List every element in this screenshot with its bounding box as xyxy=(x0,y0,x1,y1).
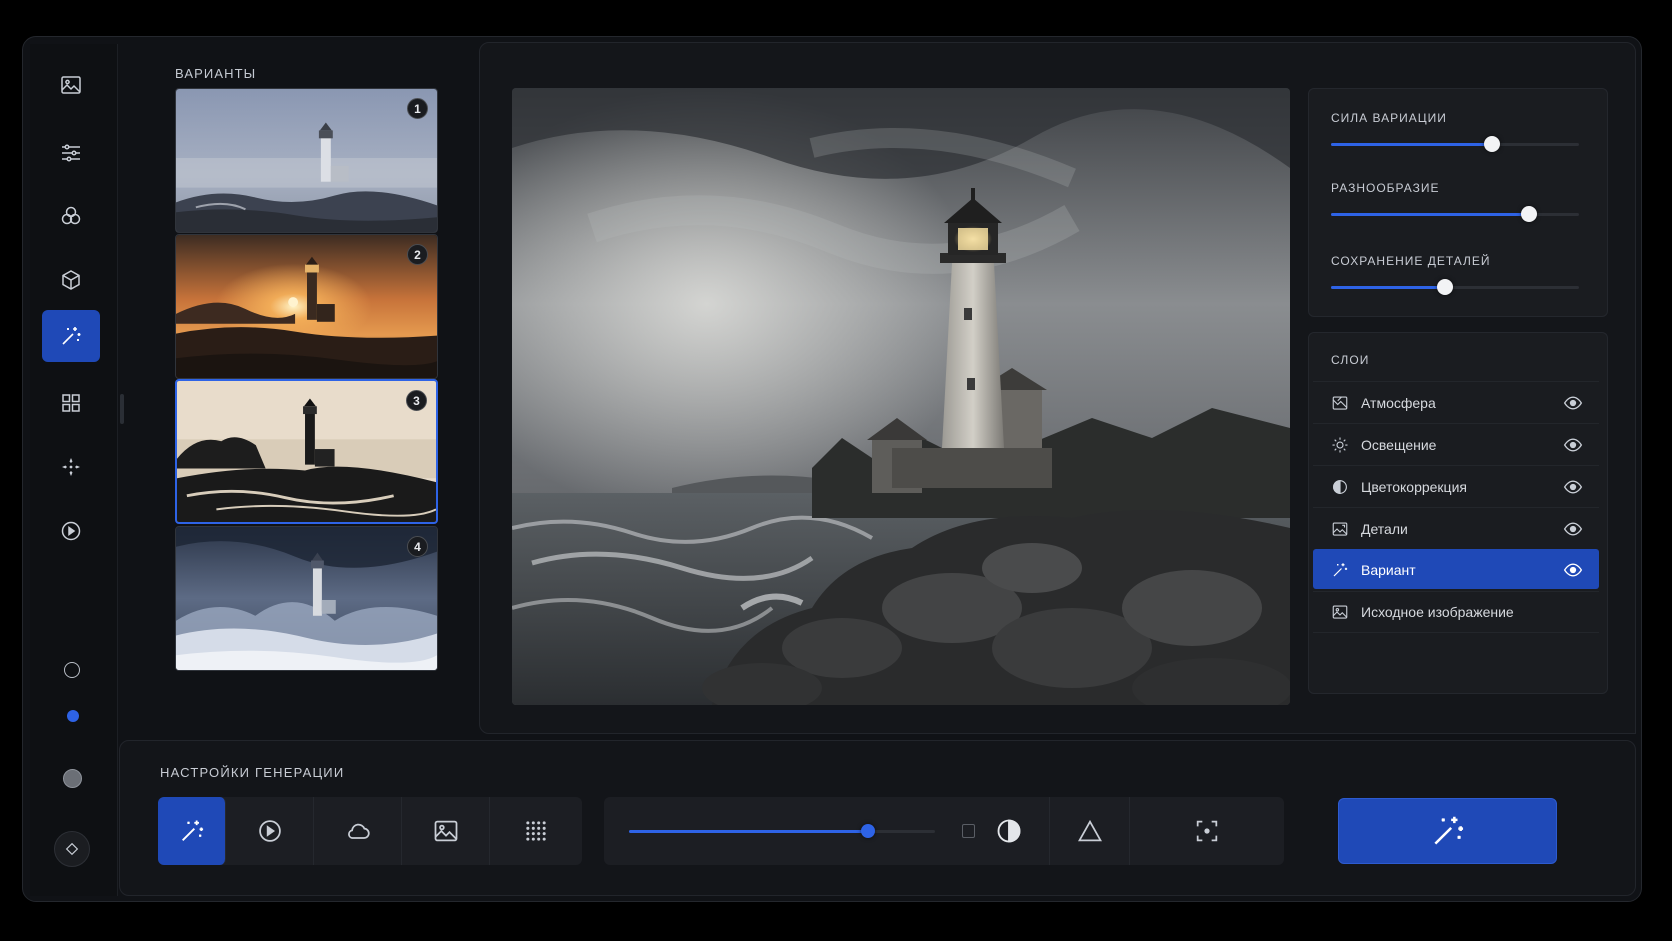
variant-thumb-4[interactable]: 4 xyxy=(175,526,438,671)
slider-fill xyxy=(629,830,868,833)
layer-row-color-correction[interactable]: Цветокоррекция xyxy=(1313,465,1599,507)
variation-strength-slider[interactable]: СИЛА ВАРИАЦИИ xyxy=(1331,111,1579,152)
slider-track[interactable] xyxy=(1331,136,1579,152)
focus-icon[interactable] xyxy=(1130,797,1284,865)
empty-circle-icon[interactable] xyxy=(64,662,80,678)
variant-number-badge: 1 xyxy=(407,98,428,119)
variant-thumb-2[interactable]: 2 xyxy=(175,234,438,379)
variant-number-badge: 3 xyxy=(406,390,427,411)
generation-tool-group xyxy=(158,797,582,865)
slider-knob[interactable] xyxy=(1437,279,1454,295)
slider-track[interactable] xyxy=(1331,279,1579,295)
variant-thumb-1[interactable]: 1 xyxy=(175,88,438,233)
generation-title: НАСТРОЙКИ ГЕНЕРАЦИИ xyxy=(160,765,345,780)
generate-button[interactable] xyxy=(1338,798,1557,864)
variant-number-badge: 2 xyxy=(407,244,428,265)
contrast-icon[interactable] xyxy=(968,797,1050,865)
layer-row-variant[interactable]: Вариант xyxy=(1313,549,1599,589)
layer-name: Детали xyxy=(1361,520,1408,537)
slider-fill xyxy=(1331,143,1493,146)
diversity-slider[interactable]: РАЗНООБРАЗИЕ xyxy=(1331,181,1579,222)
tool-rail xyxy=(30,44,124,896)
sparkle-move-icon[interactable] xyxy=(42,441,100,493)
detail-preservation-slider[interactable]: СОХРАНЕНИЕ ДЕТАЛЕЙ xyxy=(1331,254,1579,295)
slider-label: РАЗНООБРАЗИЕ xyxy=(1331,181,1440,195)
slider-label: СОХРАНЕНИЕ ДЕТАЛЕЙ xyxy=(1331,254,1491,268)
layer-name: Атмосфера xyxy=(1361,394,1436,411)
layer-name: Цветокоррекция xyxy=(1361,478,1467,495)
layers-card: СЛОИ Атмосфера Освещение Цветокоррекция … xyxy=(1308,332,1608,694)
details-icon xyxy=(1331,520,1349,538)
layer-row-atmosphere[interactable]: Атмосфера xyxy=(1313,381,1599,423)
variants-title: ВАРИАНТЫ xyxy=(175,66,257,81)
layer-row-details[interactable]: Детали xyxy=(1313,507,1599,549)
slider-label: СИЛА ВАРИАЦИИ xyxy=(1331,111,1447,125)
layers-title: СЛОИ xyxy=(1331,353,1370,367)
layer-name: Исходное изображение xyxy=(1361,604,1514,620)
blend-icon[interactable] xyxy=(42,190,100,242)
generation-adjust-group xyxy=(604,797,1284,865)
slider-track[interactable] xyxy=(1331,206,1579,222)
sun-icon xyxy=(1331,436,1349,454)
image-icon xyxy=(1331,603,1349,621)
magic-wand-icon xyxy=(1433,816,1463,845)
active-dot-icon[interactable] xyxy=(67,710,79,722)
layer-row-lighting[interactable]: Освещение xyxy=(1313,423,1599,465)
layer-name: Вариант xyxy=(1361,561,1416,578)
filled-circle-icon[interactable] xyxy=(63,769,82,788)
diamond-icon[interactable] xyxy=(54,831,90,867)
eye-icon[interactable] xyxy=(1563,477,1583,497)
atmosphere-icon xyxy=(1331,394,1349,412)
variants-panel: ВАРИАНТЫ 1 2 3 4 xyxy=(119,44,473,734)
image-icon[interactable] xyxy=(42,59,100,111)
eye-icon[interactable] xyxy=(1563,435,1583,455)
slider-track[interactable] xyxy=(629,824,935,838)
dot-grid-icon[interactable] xyxy=(490,797,582,865)
play-circle-icon[interactable] xyxy=(226,797,314,865)
slider-knob[interactable] xyxy=(1484,136,1501,152)
generation-settings-bar: НАСТРОЙКИ ГЕНЕРАЦИИ xyxy=(119,740,1636,896)
main-panel: СИЛА ВАРИАЦИИ РАЗНООБРАЗИЕ СОХРАНЕНИЕ ДЕ… xyxy=(479,42,1636,734)
cube-icon[interactable] xyxy=(42,254,100,306)
slider-knob[interactable] xyxy=(860,824,875,838)
half-circle-play-icon[interactable] xyxy=(42,505,100,557)
slider-knob[interactable] xyxy=(1521,206,1538,222)
variant-number-badge: 4 xyxy=(407,536,428,557)
color-correction-icon xyxy=(1331,478,1349,496)
magic-wand-icon[interactable] xyxy=(42,310,100,362)
layer-row-source-image[interactable]: Исходное изображение xyxy=(1313,591,1599,633)
sliders-icon[interactable] xyxy=(42,127,100,179)
magic-wand-icon xyxy=(1331,561,1349,579)
triangle-icon[interactable] xyxy=(1050,797,1130,865)
variant-thumb-3[interactable]: 3 xyxy=(175,379,438,524)
slider-fill xyxy=(1331,286,1446,289)
cloud-icon[interactable] xyxy=(314,797,402,865)
eye-icon[interactable] xyxy=(1563,560,1583,580)
generation-strength-slider[interactable] xyxy=(604,797,975,865)
variation-controls-card: СИЛА ВАРИАЦИИ РАЗНООБРАЗИЕ СОХРАНЕНИЕ ДЕ… xyxy=(1308,88,1608,317)
eye-icon[interactable] xyxy=(1563,519,1583,539)
magic-wand-icon[interactable] xyxy=(158,797,226,865)
square-icon[interactable] xyxy=(962,824,975,838)
main-canvas-image[interactable] xyxy=(512,88,1290,705)
layer-name: Освещение xyxy=(1361,436,1437,453)
eye-icon[interactable] xyxy=(1563,393,1583,413)
grid-icon[interactable] xyxy=(42,377,100,429)
app-window: ВАРИАНТЫ 1 2 3 4 СИЛА ВАРИАЦИИ РАЗНООБРА… xyxy=(22,36,1642,902)
slider-fill xyxy=(1331,213,1530,216)
image-icon[interactable] xyxy=(402,797,490,865)
